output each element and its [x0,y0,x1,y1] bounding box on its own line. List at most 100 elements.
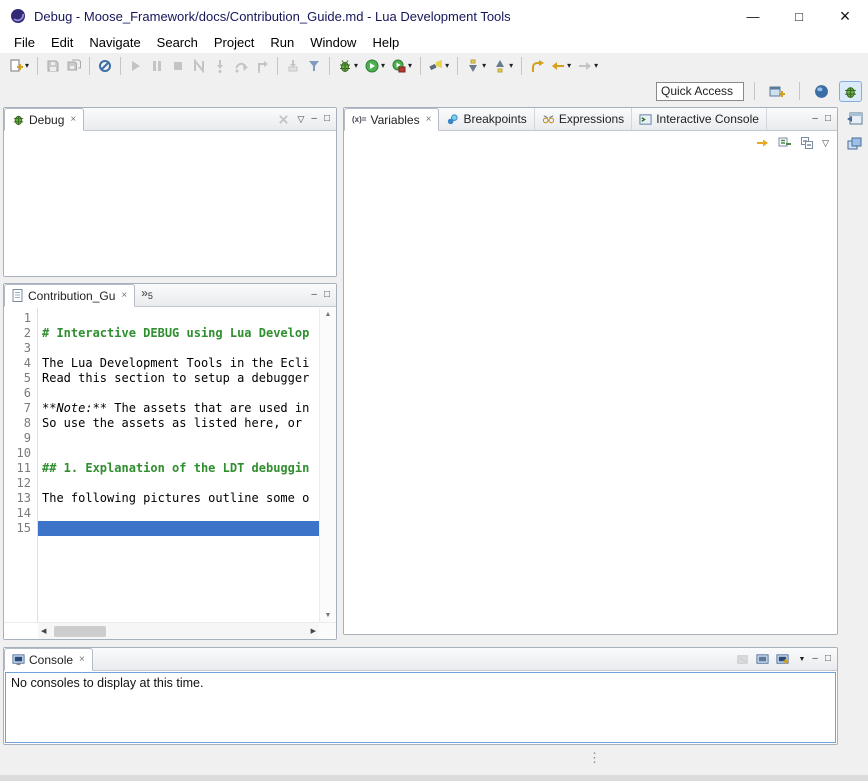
editor-line[interactable] [38,506,319,521]
maximize-view-icon[interactable]: □ [324,114,330,124]
chevron-down-icon[interactable]: ▾ [381,62,385,70]
maximize-view-icon[interactable]: □ [324,290,330,300]
close-icon[interactable]: × [119,290,127,301]
toolbar-separator [37,57,38,75]
chevron-down-icon[interactable]: ▾ [567,62,571,70]
console-content[interactable]: No consoles to display at this time. [5,672,836,743]
display-selected-console-icon[interactable] [756,653,769,666]
maximize-window-button[interactable]: □ [776,0,822,32]
next-annotation-button[interactable]: ▾ [463,55,489,77]
line-number: 6 [4,386,31,401]
restore-views-icon[interactable] [846,111,864,127]
external-tools-button[interactable]: ▾ [389,55,415,77]
tab-breakpoints[interactable]: Breakpoints [439,108,534,130]
tab-interactive-console[interactable]: Interactive Console [632,108,767,130]
menu-project[interactable]: Project [206,33,262,52]
chevron-down-icon[interactable]: ▾ [445,62,449,70]
scroll-up-icon[interactable]: ▲ [325,311,332,318]
maximize-view-icon[interactable]: □ [825,114,831,124]
forward-button[interactable]: ▾ [575,55,601,77]
run-button[interactable]: ▾ [362,55,388,77]
close-window-button[interactable]: × [822,0,868,32]
editor-line[interactable]: **Note:** The assets that are used in [38,401,319,416]
tab-contribution-guide[interactable]: Contribution_Gu × [4,284,135,307]
maximize-view-icon[interactable]: □ [825,654,831,664]
scrollbar-thumb[interactable] [54,626,106,637]
scroll-left-icon[interactable]: ◀ [41,627,46,635]
collapse-all-icon[interactable] [800,136,814,150]
close-icon[interactable]: × [424,114,432,125]
close-icon[interactable]: × [68,114,76,125]
tab-console[interactable]: Console × [4,648,93,671]
line-number: 9 [4,431,31,446]
sash-grip-icon[interactable]: ⋮ [588,751,601,764]
skip-breakpoints-icon [98,59,112,73]
debug-view: Debug × ▽ – □ [3,107,337,277]
last-edit-location-button[interactable] [527,55,547,77]
new-button[interactable]: ▾ [6,55,32,77]
editor-line[interactable] [38,386,319,401]
view-menu-icon[interactable]: ▽ [822,138,829,149]
show-logical-structure-icon[interactable] [756,136,770,150]
horizontal-scrollbar[interactable]: ◀ ▶ [38,623,319,639]
debug-button[interactable]: ▾ [335,55,361,77]
editor-line[interactable] [38,311,319,326]
show-type-names-icon[interactable] [778,136,792,150]
editor-lines[interactable]: # Interactive DEBUG using Lua Develop The… [38,308,319,622]
open-console-icon[interactable] [776,653,789,666]
chevron-down-icon[interactable]: ▾ [354,62,358,70]
chevron-down-icon[interactable]: ▾ [25,62,29,70]
minimized-view-icon[interactable] [846,137,864,153]
search-button[interactable]: ▾ [426,55,452,77]
close-icon[interactable]: × [77,654,85,665]
minimize-view-icon[interactable]: – [311,290,317,300]
open-perspective-button[interactable] [765,81,789,102]
back-button[interactable]: ▾ [548,55,574,77]
variables-content[interactable] [344,132,837,634]
tab-variables[interactable]: (x)= Variables × [344,108,439,131]
editor-tab-overflow[interactable]: » 5 [135,284,159,306]
menu-search[interactable]: Search [149,33,206,52]
scroll-right-icon[interactable]: ▶ [311,627,316,635]
editor-line[interactable] [38,341,319,356]
tab-debug[interactable]: Debug × [4,108,84,131]
editor-line[interactable]: Read this section to setup a debugger [38,371,319,386]
scroll-down-icon[interactable]: ▼ [325,612,332,619]
editor-line[interactable]: # Interactive DEBUG using Lua Develop [38,326,319,341]
editor-line[interactable] [38,446,319,461]
chevron-down-icon[interactable]: ▾ [594,62,598,70]
menu-run[interactable]: Run [262,33,302,52]
view-menu-icon[interactable]: ▽ [297,114,304,125]
step-over-button [231,55,251,77]
tab-expressions[interactable]: Expressions [535,108,632,130]
open-console-chevron-icon[interactable]: ▼ [798,656,805,663]
chevron-down-icon[interactable]: ▾ [482,62,486,70]
previous-annotation-button[interactable]: ▾ [490,55,516,77]
chevron-down-icon[interactable]: ▾ [408,62,412,70]
menu-edit[interactable]: Edit [43,33,81,52]
editor-line[interactable]: ## 1. Explanation of the LDT debuggin [38,461,319,476]
minimize-view-icon[interactable]: – [311,114,317,124]
skip-breakpoints-button[interactable] [95,55,115,77]
minimize-window-button[interactable]: — [730,0,776,32]
editor-line[interactable]: The following pictures outline some o [38,491,319,506]
debug-perspective-button[interactable] [839,81,862,102]
quick-access-input[interactable] [656,82,744,101]
menu-file[interactable]: File [6,33,43,52]
menu-navigate[interactable]: Navigate [81,33,148,52]
step-filters-button[interactable] [304,55,324,77]
menu-window[interactable]: Window [302,33,364,52]
debug-view-content[interactable] [4,132,336,276]
vertical-scrollbar[interactable]: ▲ ▼ [319,308,336,622]
editor-line[interactable] [38,476,319,491]
menu-help[interactable]: Help [364,33,407,52]
editor-line[interactable] [38,431,319,446]
minimize-view-icon[interactable]: – [812,654,818,664]
editor-line[interactable] [38,521,319,536]
chevron-down-icon[interactable]: ▾ [509,62,513,70]
tab-debug-label: Debug [29,113,64,127]
minimize-view-icon[interactable]: – [812,114,818,124]
editor-line[interactable]: So use the assets as listed here, or [38,416,319,431]
editor-line[interactable]: The Lua Development Tools in the Ecli [38,356,319,371]
ldt-perspective-button[interactable] [810,81,833,102]
